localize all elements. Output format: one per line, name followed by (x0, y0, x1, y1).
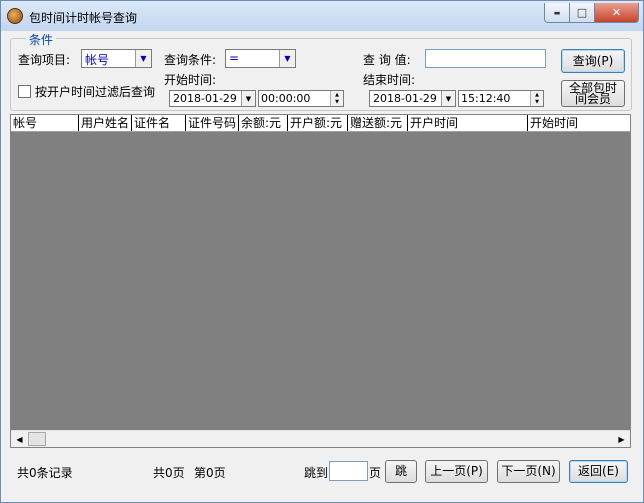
grid-header: 帐号 用户姓名 证件名 证件号码 余额:元 开户额:元 赠送额:元 开户时间 开… (11, 115, 630, 132)
column-header[interactable]: 开户额:元 (288, 115, 348, 131)
scroll-right-icon[interactable]: ▶ (613, 431, 630, 447)
query-condition-label: 查询条件: (164, 53, 217, 67)
app-icon (7, 8, 23, 24)
all-members-button-line2: 间会员 (574, 91, 611, 106)
column-header[interactable]: 帐号 (11, 115, 79, 131)
column-header[interactable]: 赠送额:元 (348, 115, 408, 131)
filter-checkbox[interactable] (18, 85, 31, 98)
query-condition-value: = (229, 51, 240, 65)
query-button[interactable]: 查询(P) (561, 49, 625, 73)
jump-label: 跳到 (304, 466, 329, 480)
prev-page-button[interactable]: 上一页(P) (425, 460, 488, 483)
spin-up-icon: ▲ (335, 91, 339, 98)
jump-button[interactable]: 跳 (385, 460, 417, 483)
query-item-value: 帐号 (85, 53, 110, 67)
column-header[interactable]: 证件名 (132, 115, 186, 131)
window-title: 包时间计时帐号查询 (29, 11, 138, 25)
scrollbar-thumb[interactable] (28, 432, 46, 446)
chevron-down-icon: ▼ (279, 50, 295, 67)
spinner-arrows[interactable]: ▲ ▼ (330, 91, 343, 106)
back-button[interactable]: 返回(E) (569, 460, 628, 483)
maximize-icon: □ (576, 6, 588, 19)
start-time-label: 开始时间: (164, 73, 217, 87)
end-time-label: 结束时间: (363, 73, 416, 87)
conditions-legend: 条件 (26, 31, 57, 48)
jump-page-input[interactable] (329, 461, 368, 481)
start-date-value: 2018-01-29 (173, 92, 237, 105)
maximize-button[interactable]: □ (570, 3, 595, 23)
end-time-spinner[interactable]: 15:12:40 ▲ ▼ (458, 90, 544, 107)
close-button[interactable]: ✕ (595, 3, 639, 23)
query-value-label: 查 询 值: (363, 53, 411, 67)
end-date-picker[interactable]: 2018-01-29 ▼ (369, 90, 456, 107)
end-time-value: 15:12:40 (461, 92, 511, 105)
query-item-select[interactable]: 帐号 ▼ (81, 49, 152, 68)
filter-checkbox-label: 按开户时间过滤后查询 (35, 85, 156, 99)
spin-up-icon: ▲ (535, 91, 539, 98)
window-controls: ▬ □ ✕ (544, 3, 639, 23)
close-icon: ✕ (611, 6, 622, 19)
page-unit-label: 页 (369, 466, 382, 480)
query-condition-select[interactable]: = ▼ (225, 49, 296, 68)
scroll-left-icon[interactable]: ◀ (11, 431, 28, 447)
next-page-button[interactable]: 下一页(N) (497, 460, 560, 483)
column-header[interactable]: 开户时间 (408, 115, 528, 131)
query-item-label: 查询项目: (18, 53, 71, 67)
minimize-icon: ▬ (553, 8, 561, 17)
minimize-button[interactable]: ▬ (544, 3, 570, 23)
main-window: 包时间计时帐号查询 ▬ □ ✕ 条件 查询项目: 帐号 ▼ 查询条件: = ▼ … (0, 0, 644, 503)
start-time-value: 00:00:00 (261, 92, 311, 105)
column-header[interactable]: 开始时间 (528, 115, 630, 131)
all-members-button[interactable]: 全部包时 间会员 (561, 80, 625, 107)
column-header[interactable]: 余额:元 (239, 115, 288, 131)
horizontal-scrollbar[interactable]: ◀ ▶ (11, 430, 630, 447)
chevron-down-icon: ▼ (441, 91, 455, 106)
chevron-down-icon: ▼ (135, 50, 151, 67)
query-value-input[interactable] (425, 49, 546, 68)
column-header[interactable]: 用户姓名 (79, 115, 132, 131)
spin-down-icon: ▼ (535, 99, 539, 106)
end-date-value: 2018-01-29 (373, 92, 437, 105)
spinner-arrows[interactable]: ▲ ▼ (530, 91, 543, 106)
chevron-down-icon: ▼ (241, 91, 255, 106)
total-pages: 共0页 (153, 466, 185, 480)
total-records: 共0条记录 (17, 466, 73, 480)
current-page: 第0页 (194, 466, 226, 480)
start-date-picker[interactable]: 2018-01-29 ▼ (169, 90, 256, 107)
results-grid[interactable]: 帐号 用户姓名 证件名 证件号码 余额:元 开户额:元 赠送额:元 开户时间 开… (10, 114, 631, 448)
spin-down-icon: ▼ (335, 99, 339, 106)
title-bar[interactable]: 包时间计时帐号查询 ▬ □ ✕ (1, 1, 643, 31)
column-header[interactable]: 证件号码 (186, 115, 239, 131)
start-time-spinner[interactable]: 00:00:00 ▲ ▼ (258, 90, 344, 107)
